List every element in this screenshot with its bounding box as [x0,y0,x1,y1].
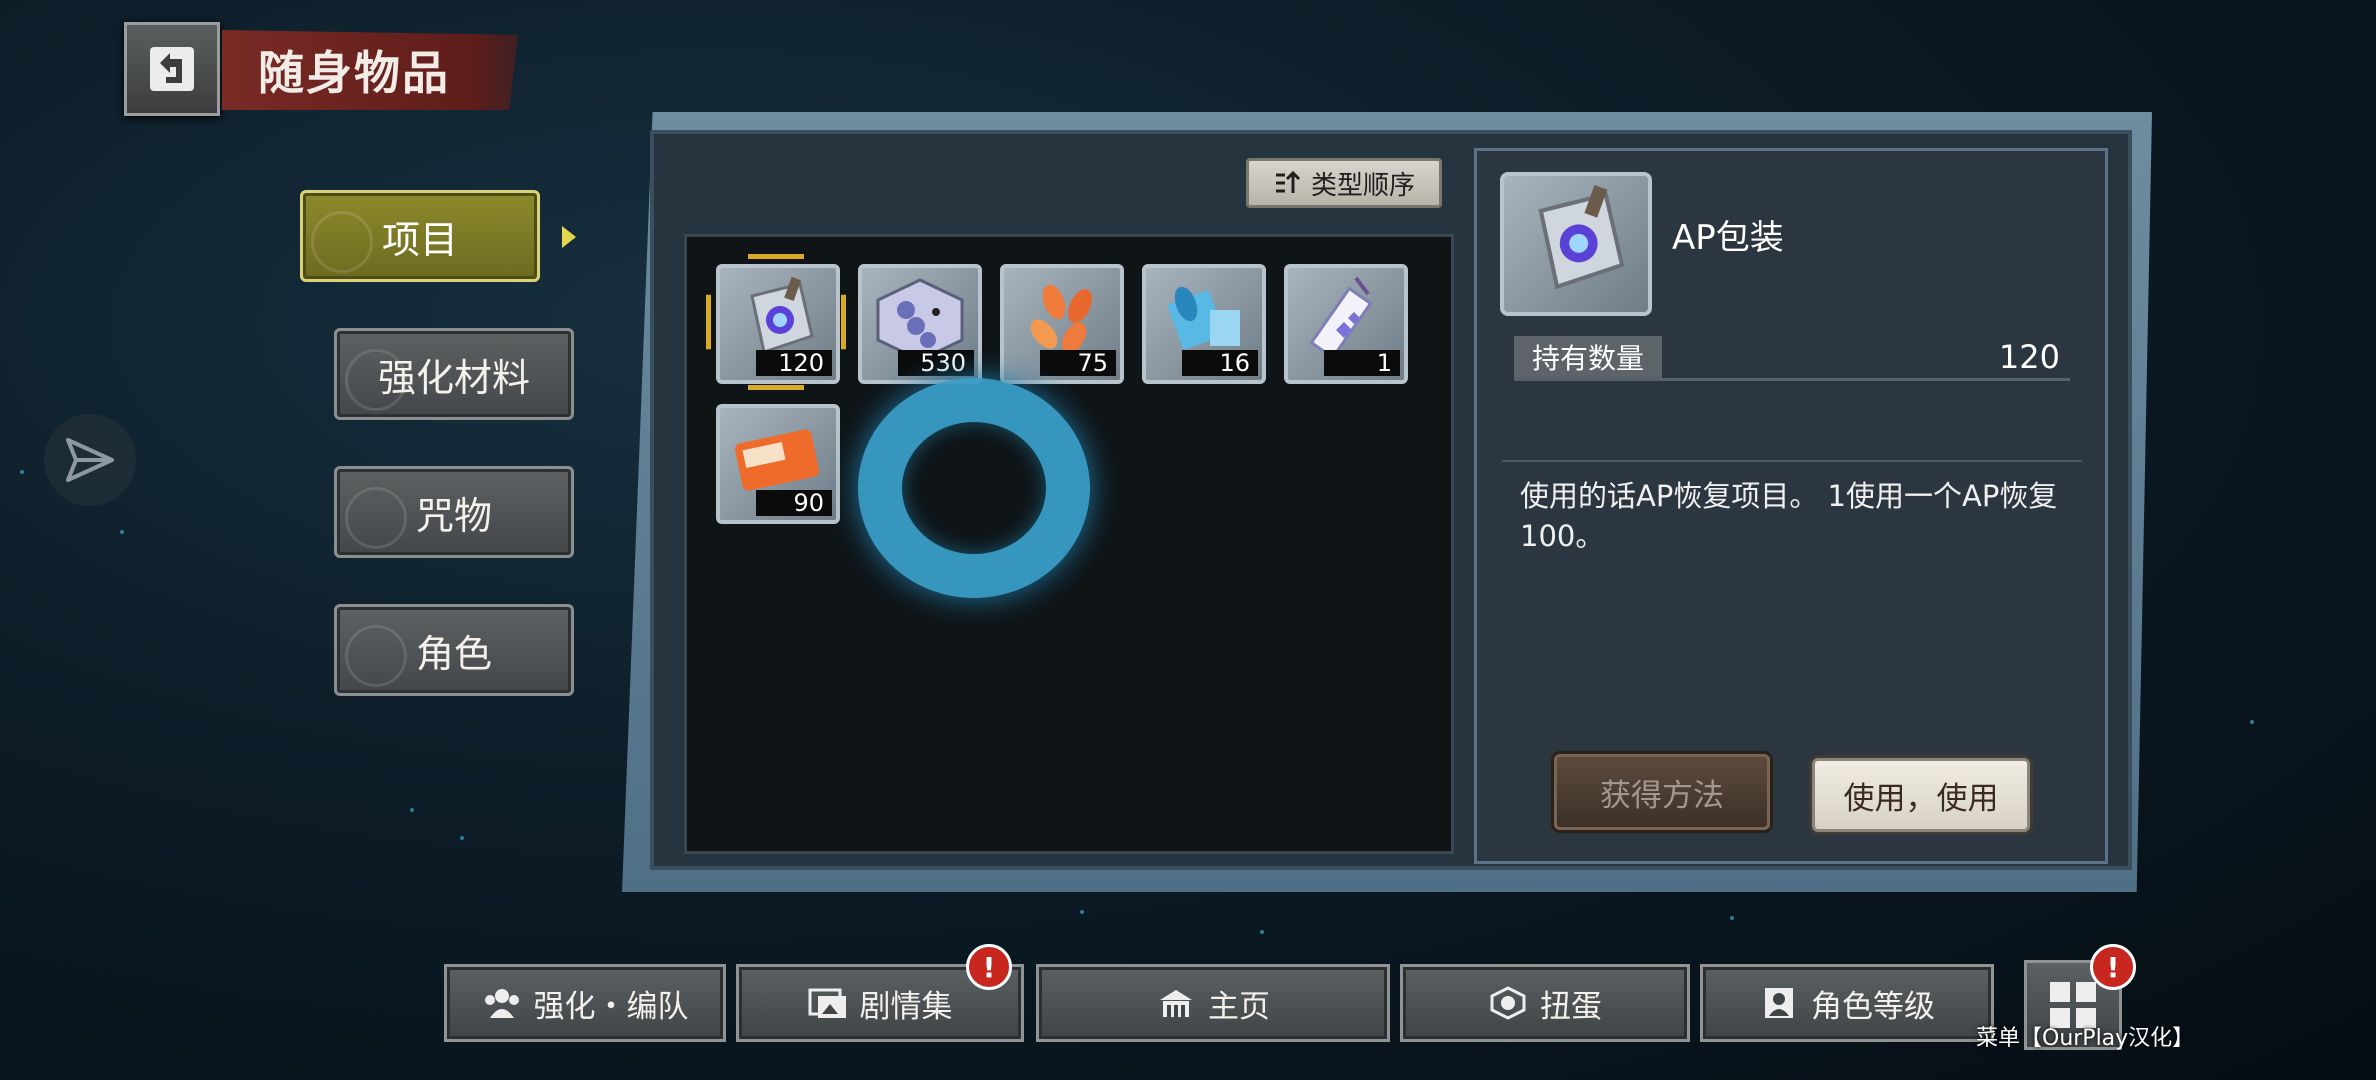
back-button[interactable] [124,22,220,116]
nav-label: 强化・编队 [533,988,689,1025]
sort-type-button[interactable]: 类型顺序 [1246,158,1442,208]
item-count: 16 [1182,350,1258,376]
item-slot-beads-card[interactable]: 530 [858,264,982,384]
item-count: 120 [756,350,832,376]
menu-label: 菜单【OurPlay汉化】 [1976,1026,2195,1051]
tab-decoration [345,487,407,549]
tab-enhance-materials[interactable]: 强化材料 [334,328,574,420]
ap-package-icon [1538,184,1625,290]
nav-gacha[interactable]: 扭蛋 [1400,964,1690,1042]
story-icon [808,988,846,1018]
nav-enhance-team[interactable]: 强化・编队 [444,964,726,1042]
sort-label: 类型顺序 [1310,170,1415,201]
tab-items[interactable]: 项目 [300,190,540,282]
paper-plane-icon [66,438,114,482]
home-icon [1160,990,1192,1017]
nav-label: 主页 [1208,988,1270,1025]
gacha-icon [1490,986,1526,1020]
share-button[interactable] [44,414,136,506]
background-speck [120,530,124,534]
use-button[interactable]: 使用，使用 [1812,758,2030,832]
tab-decoration [345,349,407,411]
tab-label: 角色 [415,631,492,676]
tab-decoration [311,211,373,273]
loading-swirl [858,378,1090,598]
nav-label: 角色等级 [1811,988,1935,1025]
obtain-method-button[interactable]: 获得方法 [1554,754,1770,830]
item-count: 75 [1040,350,1116,376]
background-speck [1260,930,1264,934]
tab-label: 项目 [381,217,458,262]
nav-label: 剧情集 [859,988,953,1025]
item-count: 1 [1324,350,1400,376]
tab-decoration [345,625,407,687]
owned-label: 持有数量 [1514,336,1662,378]
background-speck [2250,720,2254,724]
story-alert-badge: ! [966,944,1012,990]
nav-character-level[interactable]: 角色等级 [1700,964,1994,1042]
item-slot-charm-tag[interactable]: 1 [1284,264,1408,384]
detail-item-icon [1500,172,1652,316]
item-slot-scroll[interactable]: 16 [1142,264,1266,384]
item-name: AP包装 [1672,218,1784,258]
tab-cursed-items[interactable]: 咒物 [334,466,574,558]
owned-value: 120 [1998,338,2060,376]
item-slot-ticket[interactable]: 90 [716,404,840,524]
team-icon [484,989,519,1018]
back-arrow-icon [150,47,194,91]
item-count: 90 [756,490,832,516]
active-tab-arrow-icon [562,226,576,248]
background-speck [1080,910,1084,914]
background-speck [20,470,24,474]
item-slot-ap-package[interactable]: 120 [716,264,840,384]
background-speck [1730,916,1734,920]
item-description: 使用的话AP恢复项目。 1使用一个AP恢复100。 [1520,479,2058,553]
page-title: 随身物品 [222,30,518,110]
tab-characters[interactable]: 角色 [334,604,574,696]
character-icon [1765,988,1793,1018]
nav-home[interactable]: 主页 [1036,964,1390,1042]
tab-label: 咒物 [415,493,492,538]
nav-label: 扭蛋 [1540,988,1602,1025]
menu-alert-badge: ! [2090,944,2136,990]
divider [1502,460,2082,462]
background-speck [410,808,414,812]
item-slot-petals[interactable]: 75 [1000,264,1124,384]
background-speck [460,836,464,840]
item-count: 530 [898,350,974,376]
sort-icon [1275,170,1301,193]
